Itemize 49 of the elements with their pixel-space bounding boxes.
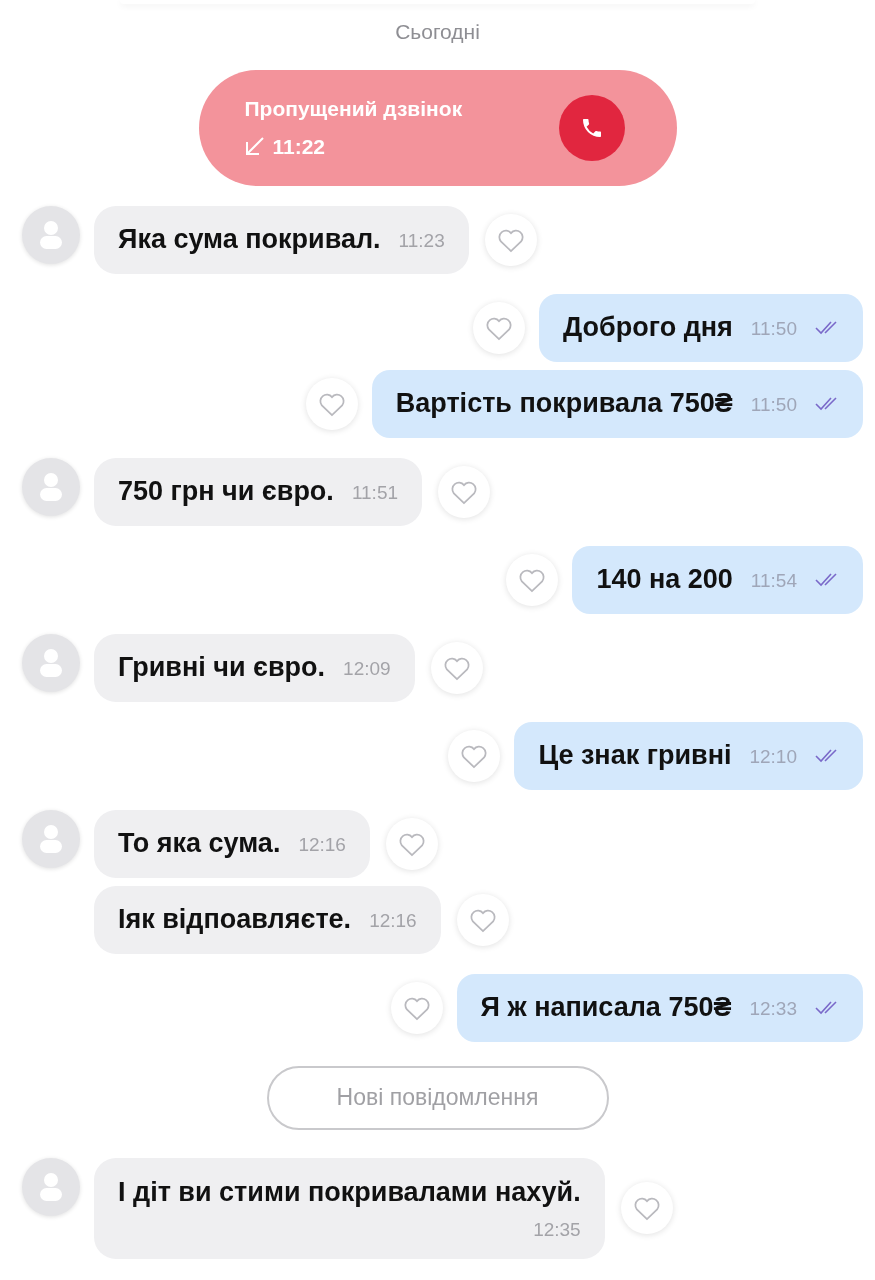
message-text: Я ж написала 750₴ (480, 991, 732, 1025)
message-time: 12:09 (343, 657, 391, 682)
person-icon (38, 470, 64, 503)
message-time: 11:50 (750, 393, 797, 418)
message-time: 11:51 (351, 481, 398, 506)
message-text: Доброго дня (563, 311, 733, 345)
like-button[interactable] (456, 893, 509, 946)
like-button[interactable] (385, 817, 438, 870)
message-text: Гривні чи євро. (118, 651, 326, 685)
avatar[interactable] (22, 1157, 80, 1216)
message-text: Яка сума покривал. (118, 223, 381, 257)
message-text: Вартість покривала 750₴ (395, 387, 733, 421)
incoming-arrow-icon (244, 136, 265, 157)
like-button[interactable] (506, 553, 559, 606)
like-button[interactable] (620, 1182, 673, 1234)
like-button[interactable] (438, 465, 490, 518)
message-time: 12:16 (369, 909, 417, 934)
heart-icon (632, 1195, 661, 1221)
message-time: 11:50 (750, 317, 797, 342)
avatar[interactable] (22, 205, 80, 264)
message-text: 750 грн чи євро. (118, 475, 334, 509)
message-time: 11:23 (398, 229, 445, 254)
message-time: 12:10 (749, 745, 797, 770)
like-button[interactable] (448, 729, 501, 782)
message-text: 140 на 200 (596, 563, 733, 597)
like-button[interactable] (473, 301, 526, 354)
message-text: Іяк відпоавляєте. (118, 903, 352, 937)
message-time: 12:35 (533, 1218, 581, 1242)
missed-call-time: 11:22 (272, 133, 326, 160)
like-button[interactable] (484, 213, 537, 266)
avatar[interactable] (22, 457, 80, 516)
message-text: І діт ви стими покривалами нахуй. (118, 1175, 581, 1209)
person-icon (38, 1170, 64, 1203)
message-text: Це знак гривні (538, 739, 732, 773)
date-label: Сьогодні (395, 19, 480, 45)
like-button[interactable] (305, 377, 358, 430)
like-button[interactable] (390, 981, 443, 1034)
message-text: То яка сума. (118, 827, 281, 861)
avatar[interactable] (22, 633, 80, 692)
person-icon (38, 646, 64, 679)
missed-call-card[interactable]: Пропущений дзвінок 11:22 (198, 69, 677, 186)
message-time: 11:54 (750, 569, 797, 594)
person-icon (38, 218, 64, 251)
message-time: 12:16 (298, 833, 346, 858)
missed-call-title: Пропущений дзвінок (244, 96, 463, 122)
person-icon (38, 822, 64, 855)
message-time: 12:33 (749, 997, 797, 1022)
avatar[interactable] (22, 809, 80, 868)
like-button[interactable] (430, 641, 483, 694)
